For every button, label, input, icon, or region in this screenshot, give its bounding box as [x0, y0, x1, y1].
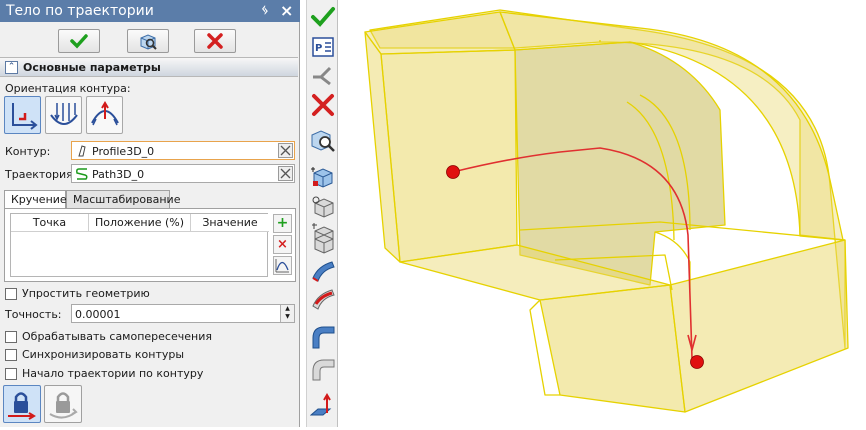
checkmark-icon [311, 7, 335, 27]
clear-icon [280, 168, 291, 179]
lock-rotation-button[interactable] [44, 385, 82, 423]
trajectory-field[interactable]: Path3D_0 [71, 164, 295, 183]
3d-viewport[interactable] [339, 0, 866, 427]
section-header[interactable]: ⌃ Основные параметры [0, 57, 298, 77]
lock-arrow-icon [8, 392, 36, 420]
cube-gear-icon [312, 196, 334, 218]
cancel-x-icon [207, 33, 223, 49]
orientation-fixed-icon [12, 103, 38, 130]
close-icon[interactable]: × [280, 1, 293, 20]
twist-tab-pane: Точка Положение (%) Значение + × [4, 208, 296, 282]
cancel-button[interactable] [194, 29, 236, 53]
add-row-button[interactable]: + [273, 214, 292, 233]
trajectory-start-point[interactable] [446, 165, 460, 179]
toolbar-tool-1[interactable] [310, 164, 336, 190]
toolbar-parameters-button[interactable]: P [310, 34, 336, 60]
clear-trajectory-button[interactable] [278, 166, 293, 181]
pipe-icon [312, 359, 335, 381]
lock-rotate-icon [49, 392, 78, 419]
accuracy-label: Точность: [5, 308, 62, 321]
zoom-preview-icon [311, 130, 335, 152]
contour-field[interactable]: Profile3D_0 [71, 141, 295, 160]
panel-title-bar[interactable]: Тело по траектории ᛃ × [0, 0, 300, 22]
section-title: Основные параметры [23, 61, 161, 74]
start-by-contour-label: Начало траектории по контуру [22, 367, 204, 380]
toolbar-sweep-button[interactable] [310, 258, 336, 284]
normal-arrow-icon [310, 393, 332, 416]
tab-twist[interactable]: Кручение [4, 190, 67, 209]
toolbar-cancel-button[interactable] [310, 92, 336, 118]
clear-icon [280, 145, 291, 156]
toolbar-normal-button[interactable] [310, 393, 336, 419]
simplify-label: Упростить геометрию [22, 287, 150, 300]
contour-value: Profile3D_0 [92, 145, 155, 158]
branch-icon [313, 66, 332, 86]
sweep-red-icon [312, 289, 335, 310]
toolbar-preview-button[interactable] [310, 128, 336, 154]
column-header-position[interactable]: Положение (%) [89, 214, 191, 232]
sweep-body-model[interactable] [339, 0, 866, 427]
orientation-fixed-button[interactable] [4, 96, 41, 134]
clear-contour-button[interactable] [278, 143, 293, 158]
trajectory-end-point[interactable] [690, 355, 704, 369]
accuracy-value: 0.00001 [75, 308, 121, 321]
accuracy-input[interactable]: 0.00001 ▲ ▼ [71, 304, 295, 323]
orientation-normal-icon [91, 101, 119, 126]
sync-contours-label: Синхронизировать контуры [22, 348, 185, 361]
simplify-checkbox[interactable] [5, 288, 17, 300]
curve-graph-icon [275, 259, 289, 273]
toolbar-ok-button[interactable] [310, 4, 336, 30]
trajectory-value: Path3D_0 [92, 168, 145, 181]
orientation-parallel-icon [50, 103, 78, 125]
panel-title: Тело по траектории [6, 3, 154, 19]
trajectory-label: Траектория: [5, 168, 77, 181]
parameters-icon: P [312, 37, 334, 57]
vertical-toolbar: P [306, 0, 338, 427]
column-header-point[interactable]: Точка [11, 214, 89, 232]
lock-orientation-button[interactable] [3, 385, 41, 423]
toolbar-sweep-red-button[interactable] [310, 286, 336, 312]
orientation-label: Ориентация контура: [5, 82, 131, 95]
pin-icon[interactable]: ᛃ [261, 3, 269, 18]
accuracy-spinner[interactable]: ▲ ▼ [280, 305, 294, 322]
cube-point-icon [311, 167, 333, 188]
self-intersections-label: Обрабатывать самопересечения [22, 330, 212, 343]
remove-icon: × [277, 237, 288, 252]
sync-contours-checkbox[interactable] [5, 349, 17, 361]
bend-surface-icon [312, 326, 335, 349]
start-by-contour-checkbox[interactable] [5, 368, 17, 380]
add-icon: + [276, 215, 289, 231]
property-panel: Тело по траектории ᛃ × ⌃ Основные параме… [0, 0, 300, 427]
sweep-blue-icon [312, 261, 335, 282]
toolbar-tool-2[interactable] [310, 194, 336, 220]
sweep-body [364, 9, 849, 413]
toolbar-branch-button[interactable] [310, 62, 336, 88]
toolbar-tool-4[interactable] [310, 228, 336, 254]
orientation-parallel-button[interactable] [45, 96, 82, 134]
cube-hole-icon [314, 234, 334, 254]
collapse-icon[interactable]: ⌃ [5, 61, 18, 74]
tab-scaling[interactable]: Масштабирование [66, 190, 180, 208]
toolbar-pipe-button[interactable] [310, 356, 336, 382]
svg-text:P: P [315, 43, 322, 54]
preview-button[interactable] [127, 29, 169, 53]
checkmark-icon [70, 34, 88, 49]
profile-icon [78, 145, 86, 157]
remove-row-button[interactable]: × [273, 235, 292, 254]
graph-button[interactable] [273, 256, 292, 275]
orientation-normal-button[interactable] [86, 96, 123, 134]
column-header-value[interactable]: Значение [191, 214, 269, 232]
preview-icon [140, 34, 157, 50]
contour-label: Контур: [5, 145, 51, 158]
ok-button[interactable] [58, 29, 100, 53]
twist-table[interactable]: Точка Положение (%) Значение [10, 213, 269, 277]
self-intersections-checkbox[interactable] [5, 331, 17, 343]
toolbar-bend-button[interactable] [310, 324, 336, 350]
cancel-x-icon [312, 94, 334, 116]
path-icon [76, 168, 88, 180]
